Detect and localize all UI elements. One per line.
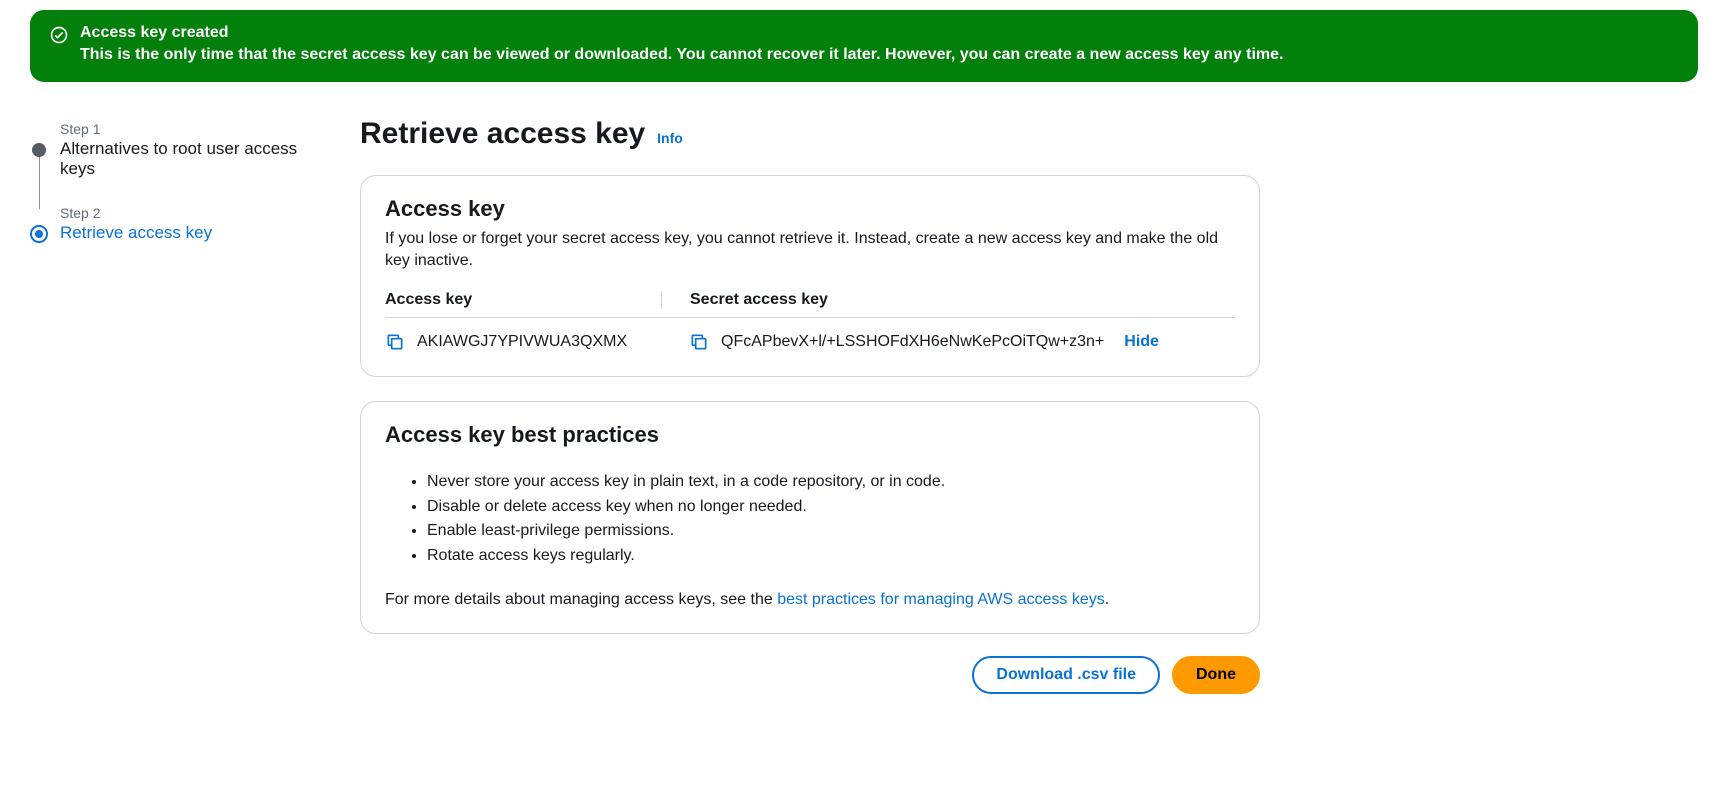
check-circle-icon — [50, 26, 68, 44]
best-practices-list: Never store your access key in plain tex… — [427, 470, 1235, 569]
banner-title: Access key created — [80, 24, 1283, 42]
best-practices-card: Access key best practices Never store yo… — [360, 401, 1260, 634]
copy-icon[interactable] — [689, 332, 709, 352]
success-banner: Access key created This is the only time… — [30, 10, 1698, 82]
download-csv-button[interactable]: Download .csv file — [972, 656, 1160, 694]
step-dot-icon — [30, 225, 48, 243]
action-buttons: Download .csv file Done — [360, 656, 1260, 694]
list-item: Disable or delete access key when no lon… — [427, 495, 1235, 520]
info-link[interactable]: Info — [657, 130, 683, 146]
footer-text: For more details about managing access k… — [385, 591, 777, 608]
banner-description: This is the only time that the secret ac… — [80, 46, 1283, 64]
column-header-access-key: Access key — [385, 291, 685, 309]
access-key-value: AKIAWGJ7YPIVWUA3QXMX — [417, 333, 627, 351]
best-practices-link[interactable]: best practices for managing AWS access k… — [777, 591, 1105, 608]
step-dot-icon — [32, 143, 46, 157]
copy-icon[interactable] — [385, 332, 405, 352]
list-item: Enable least-privilege permissions. — [427, 519, 1235, 544]
step-title: Alternatives to root user access keys — [60, 139, 330, 179]
step-label: Step 2 — [60, 205, 330, 221]
secret-key-value: QFcAPbevX+l/+LSSHOFdXH6eNwKePcOiTQw+z3n+ — [721, 333, 1104, 351]
hide-link[interactable]: Hide — [1124, 333, 1159, 351]
wizard-step-1[interactable]: Step 1 Alternatives to root user access … — [30, 121, 330, 205]
done-button[interactable]: Done — [1172, 656, 1260, 694]
card-title: Access key best practices — [385, 422, 1235, 448]
wizard-steps: Step 1 Alternatives to root user access … — [30, 117, 330, 694]
column-header-secret-key: Secret access key — [661, 291, 1235, 309]
step-label: Step 1 — [60, 121, 330, 137]
card-title: Access key — [385, 196, 1235, 222]
page-title: Retrieve access key — [360, 117, 645, 151]
step-title: Retrieve access key — [60, 223, 330, 243]
wizard-step-2[interactable]: Step 2 Retrieve access key — [30, 205, 330, 243]
best-practices-footer: For more details about managing access k… — [385, 591, 1235, 609]
list-item: Rotate access keys regularly. — [427, 544, 1235, 569]
card-description: If you lose or forget your secret access… — [385, 228, 1235, 273]
list-item: Never store your access key in plain tex… — [427, 470, 1235, 495]
footer-text: . — [1105, 591, 1109, 608]
access-key-card: Access key If you lose or forget your se… — [360, 175, 1260, 377]
